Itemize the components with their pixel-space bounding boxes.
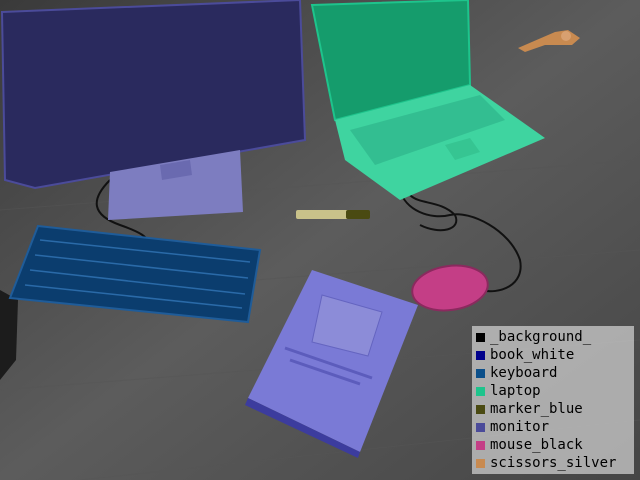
legend-item: keyboard (476, 364, 634, 382)
legend-label: mouse_black (490, 437, 583, 453)
legend-item: scissors_silver (476, 454, 634, 472)
legend-label: marker_blue (490, 401, 583, 417)
legend-swatch (476, 404, 485, 414)
legend-item: laptop (476, 382, 634, 400)
legend-label: scissors_silver (490, 455, 617, 471)
marker (296, 210, 370, 219)
legend-swatch (476, 458, 485, 468)
legend-item: marker_blue (476, 400, 634, 418)
legend-swatch (476, 386, 485, 396)
legend-swatch (476, 440, 485, 450)
legend-label: keyboard (490, 365, 558, 381)
legend-label: monitor (490, 419, 550, 435)
legend-label: laptop (490, 383, 541, 399)
segmentation-legend: _background_ book_white keyboard laptop mark… (472, 326, 634, 474)
legend-label: _background_ (490, 329, 592, 345)
legend-item: mouse_black (476, 436, 634, 454)
legend-item: _background_ (476, 328, 634, 346)
legend-label: book_white (490, 347, 575, 363)
legend-item: book_white (476, 346, 634, 364)
legend-swatch (476, 422, 485, 432)
legend-item: monitor (476, 418, 634, 436)
legend-swatch (476, 368, 485, 378)
legend-swatch (476, 350, 485, 360)
legend-swatch (476, 332, 485, 342)
